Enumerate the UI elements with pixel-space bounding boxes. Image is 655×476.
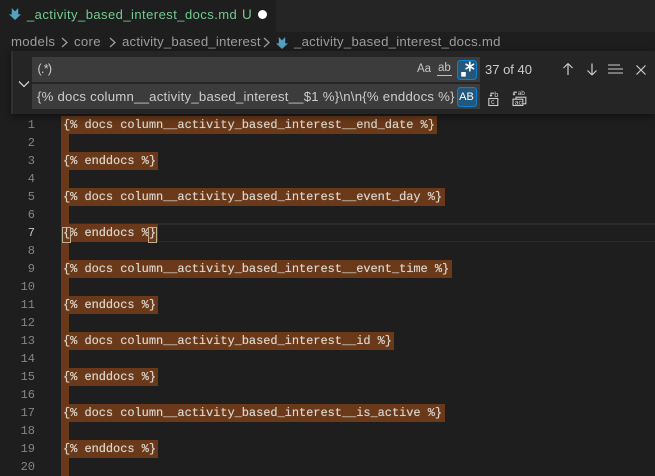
svg-text:c: c [491,99,495,106]
svg-text:ac: ac [515,99,523,106]
svg-text:b: b [494,90,498,99]
svg-text:ab: ab [518,90,526,97]
